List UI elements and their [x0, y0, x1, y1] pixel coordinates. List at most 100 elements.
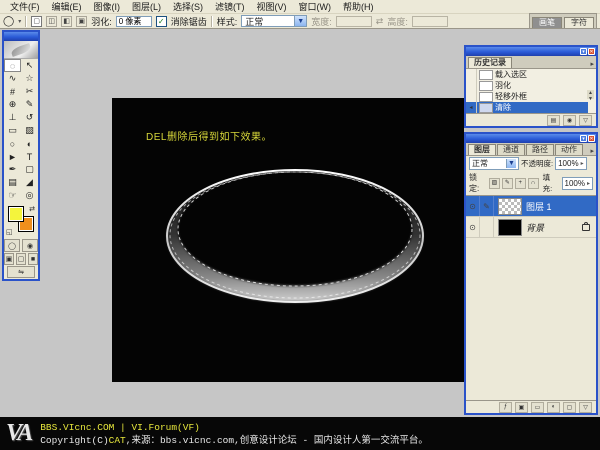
move-tool-icon[interactable]: ↖	[21, 59, 38, 72]
dodge-tool-icon[interactable]: ◐	[21, 137, 38, 150]
feather-input[interactable]	[116, 16, 152, 27]
new-snapshot-icon[interactable]: ◉	[563, 115, 576, 126]
visibility-eye-icon[interactable]: ⊙	[466, 217, 480, 237]
selection-mode-add-button[interactable]: ◫	[46, 16, 57, 27]
standard-screen-button[interactable]: ▣	[4, 253, 14, 265]
clone-stamp-tool-icon[interactable]: ⊥	[4, 111, 21, 124]
menu-edit[interactable]: 编辑(E)	[46, 0, 88, 13]
document-canvas[interactable]: DEL删除后得到如下效果。	[112, 98, 464, 382]
tab-history[interactable]: 历史记录	[468, 57, 512, 68]
hand-tool-icon[interactable]: ☞	[4, 189, 21, 202]
menu-filter[interactable]: 滤镜(T)	[209, 0, 251, 13]
layer-mask-icon[interactable]: ▣	[515, 402, 528, 413]
menu-view[interactable]: 视图(V)	[251, 0, 293, 13]
palette-well-tab-character[interactable]: 字符	[564, 17, 594, 28]
collapse-icon[interactable]: ▾	[580, 48, 587, 55]
elliptical-marquee-tool-icon[interactable]: ◌	[4, 59, 21, 72]
standard-mode-button[interactable]: ◯	[4, 239, 20, 252]
visibility-eye-icon[interactable]: ⊙	[466, 196, 480, 216]
new-layer-icon[interactable]: ▢	[563, 402, 576, 413]
tab-actions[interactable]: 动作	[555, 144, 583, 155]
shape-tool-icon[interactable]: ▢	[21, 163, 38, 176]
layer-style-icon[interactable]: ƒ	[499, 402, 512, 413]
panel-menu-icon[interactable]: ▸	[590, 147, 594, 155]
slider-arrow-icon[interactable]: ▸	[587, 180, 590, 187]
slice-tool-icon[interactable]: ✂	[21, 85, 38, 98]
menu-layer[interactable]: 图层(L)	[126, 0, 167, 13]
foreground-color-swatch[interactable]	[8, 206, 24, 222]
lock-position-icon[interactable]: +	[515, 178, 526, 189]
slider-arrow-icon[interactable]: ▸	[581, 160, 584, 167]
history-source-box[interactable]	[466, 91, 477, 102]
path-selection-tool-icon[interactable]: ►	[4, 150, 21, 163]
collapse-icon[interactable]: ▾	[580, 135, 587, 142]
history-item-selected[interactable]: ◂ 清除	[466, 102, 588, 113]
type-tool-icon[interactable]: T	[21, 150, 38, 163]
menu-image[interactable]: 图像(I)	[88, 0, 127, 13]
layer-name[interactable]: 图层 1	[526, 200, 552, 213]
lock-transparency-icon[interactable]: ▨	[489, 178, 500, 189]
tool-preset-arrow-icon[interactable]: ▾	[18, 18, 21, 25]
selection-mode-intersect-button[interactable]: ▣	[76, 16, 87, 27]
menu-window[interactable]: 窗口(W)	[293, 0, 338, 13]
style-select[interactable]: 正常 ▼	[241, 15, 307, 27]
tab-layers[interactable]: 图层	[468, 144, 496, 155]
close-icon[interactable]: ✕	[588, 48, 595, 55]
brush-tool-icon[interactable]: ✎	[21, 98, 38, 111]
history-scrollbar[interactable]: ▲▼	[587, 90, 594, 99]
history-item[interactable]: 羽化	[466, 80, 588, 91]
swap-colors-icon[interactable]: ⇄	[29, 205, 35, 213]
current-tool-icon[interactable]: ◯	[3, 16, 14, 27]
selection-mode-new-button[interactable]: ▢	[31, 16, 42, 27]
menu-help[interactable]: 帮助(H)	[337, 0, 380, 13]
history-source-box[interactable]	[466, 80, 477, 91]
link-column[interactable]	[480, 217, 494, 237]
chevron-down-icon[interactable]: ▼	[294, 16, 306, 26]
fullscreen-menubar-button[interactable]: ▢	[16, 253, 26, 265]
tab-channels[interactable]: 通道	[497, 144, 525, 155]
fill-value[interactable]: 100%▸	[562, 177, 593, 190]
layer-row-background[interactable]: ⊙ 背景	[466, 217, 596, 238]
history-item[interactable]: 轻移外框	[466, 91, 588, 102]
eyedropper-tool-icon[interactable]: ◢	[21, 176, 38, 189]
panel-menu-icon[interactable]: ▸	[590, 60, 594, 68]
lock-all-icon[interactable]: ∩	[528, 178, 539, 189]
tab-paths[interactable]: 路径	[526, 144, 554, 155]
pen-tool-icon[interactable]: ✒	[4, 163, 21, 176]
close-icon[interactable]: ✕	[588, 135, 595, 142]
palette-well-tab-brushes[interactable]: 画笔	[532, 17, 562, 28]
zoom-tool-icon[interactable]: ◎	[21, 189, 38, 202]
gradient-tool-icon[interactable]: ▨	[21, 124, 38, 137]
fullscreen-button[interactable]: ■	[28, 253, 38, 265]
layer-row-layer1[interactable]: ⊙ ✎ 图层 1	[466, 196, 596, 217]
blend-mode-select[interactable]: 正常 ▼	[469, 157, 519, 170]
history-titlebar[interactable]: ▾ ✕	[466, 47, 596, 56]
lock-pixels-icon[interactable]: ✎	[502, 178, 513, 189]
history-source-box[interactable]	[466, 69, 477, 80]
healing-brush-tool-icon[interactable]: ⊕	[4, 98, 21, 111]
antialias-checkbox[interactable]: ✓	[156, 16, 167, 27]
chevron-down-icon[interactable]: ▼	[506, 159, 516, 168]
history-brush-tool-icon[interactable]: ↺	[21, 111, 38, 124]
blur-tool-icon[interactable]: ○	[4, 137, 21, 150]
selection-mode-subtract-button[interactable]: ◧	[61, 16, 72, 27]
menu-select[interactable]: 选择(S)	[167, 0, 209, 13]
scroll-down-icon[interactable]: ▼	[587, 96, 594, 102]
layer-thumbnail[interactable]	[498, 198, 522, 215]
lasso-tool-icon[interactable]: ∿	[4, 72, 21, 85]
quick-mask-mode-button[interactable]: ◉	[22, 239, 38, 252]
opacity-value[interactable]: 100%▸	[555, 157, 586, 170]
delete-layer-icon[interactable]: ▽	[579, 402, 592, 413]
default-colors-icon[interactable]: ◱	[6, 228, 13, 236]
crop-tool-icon[interactable]: #	[4, 85, 21, 98]
layer-name[interactable]: 背景	[526, 221, 544, 234]
layer-group-icon[interactable]: ▭	[531, 402, 544, 413]
delete-state-icon[interactable]: ▽	[579, 115, 592, 126]
layer-thumbnail[interactable]	[498, 219, 522, 236]
toolbox-titlebar[interactable]	[4, 32, 38, 41]
new-document-from-state-icon[interactable]: ▤	[547, 115, 560, 126]
adjustment-layer-icon[interactable]: ◐	[547, 402, 560, 413]
menu-file[interactable]: 文件(F)	[4, 0, 46, 13]
history-source-box[interactable]: ◂	[466, 102, 477, 113]
layers-titlebar[interactable]: ▾ ✕	[466, 134, 596, 143]
